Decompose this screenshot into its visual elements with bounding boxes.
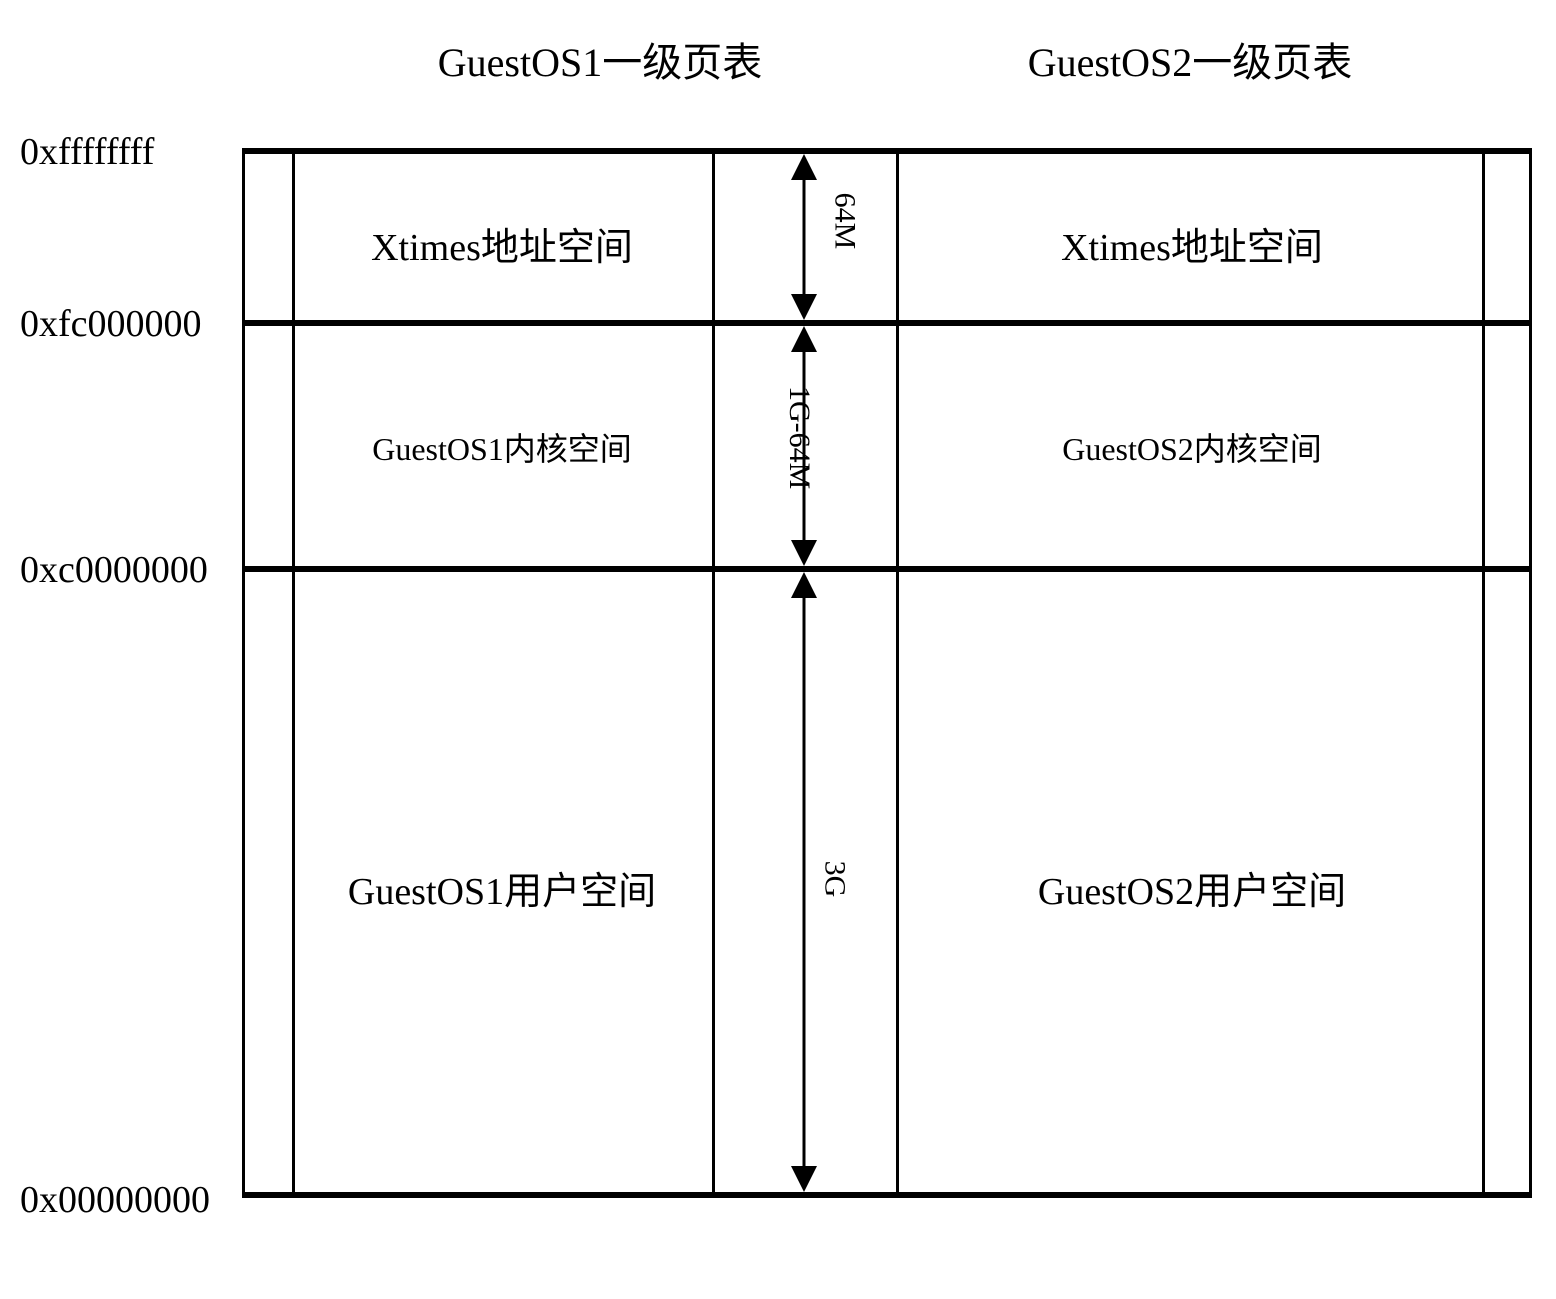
cell-os2-user: GuestOS2用户空间 (912, 860, 1472, 915)
vline-5 (1529, 148, 1532, 1198)
arrow-line-3g (803, 596, 806, 1168)
table-grid: Xtimes地址空间 GuestOS1内核空间 GuestOS1用户空间 Xti… (242, 148, 1532, 1198)
memory-map-diagram: GuestOS1一级页表 GuestOS2一级页表 0xffffffff 0xf… (20, 20, 1556, 1279)
cell-os2-xtimes: Xtimes地址空间 (912, 216, 1472, 271)
hline-bottom (242, 1192, 1532, 1198)
addr-c0000000: 0xc0000000 (20, 548, 208, 592)
arrow-line-64m (803, 178, 806, 296)
arrow-up-icon (791, 154, 817, 180)
size-arrow-64m: 64M (712, 154, 896, 320)
cell-os1-user: GuestOS1用户空间 (302, 860, 702, 915)
addr-ffffffff: 0xffffffff (20, 130, 154, 174)
arrow-down-icon (791, 540, 817, 566)
vline-1 (292, 148, 295, 1198)
vline-0 (242, 148, 245, 1198)
size-arrow-1g64m: 1G-64M (712, 326, 896, 566)
vline-4 (1482, 148, 1485, 1198)
arrow-up-icon (791, 326, 817, 352)
cell-os1-xtimes: Xtimes地址空间 (302, 216, 702, 271)
arrow-down-icon (791, 294, 817, 320)
size-1g64m-label: 1G-64M (782, 386, 816, 489)
arrow-up-icon (791, 572, 817, 598)
header-guestos1: GuestOS1一级页表 (350, 30, 850, 88)
size-64m-label: 64M (827, 193, 861, 250)
size-3g-label: 3G (817, 861, 851, 898)
header-guestos2: GuestOS2一级页表 (940, 30, 1440, 88)
cell-os2-kernel: GuestOS2内核空间 (912, 424, 1472, 470)
arrow-down-icon (791, 1166, 817, 1192)
addr-fc000000: 0xfc000000 (20, 302, 202, 346)
cell-os1-kernel: GuestOS1内核空间 (302, 424, 702, 470)
vline-3 (896, 148, 899, 1198)
addr-00000000: 0x00000000 (20, 1178, 210, 1222)
size-arrow-3g: 3G (712, 572, 896, 1192)
